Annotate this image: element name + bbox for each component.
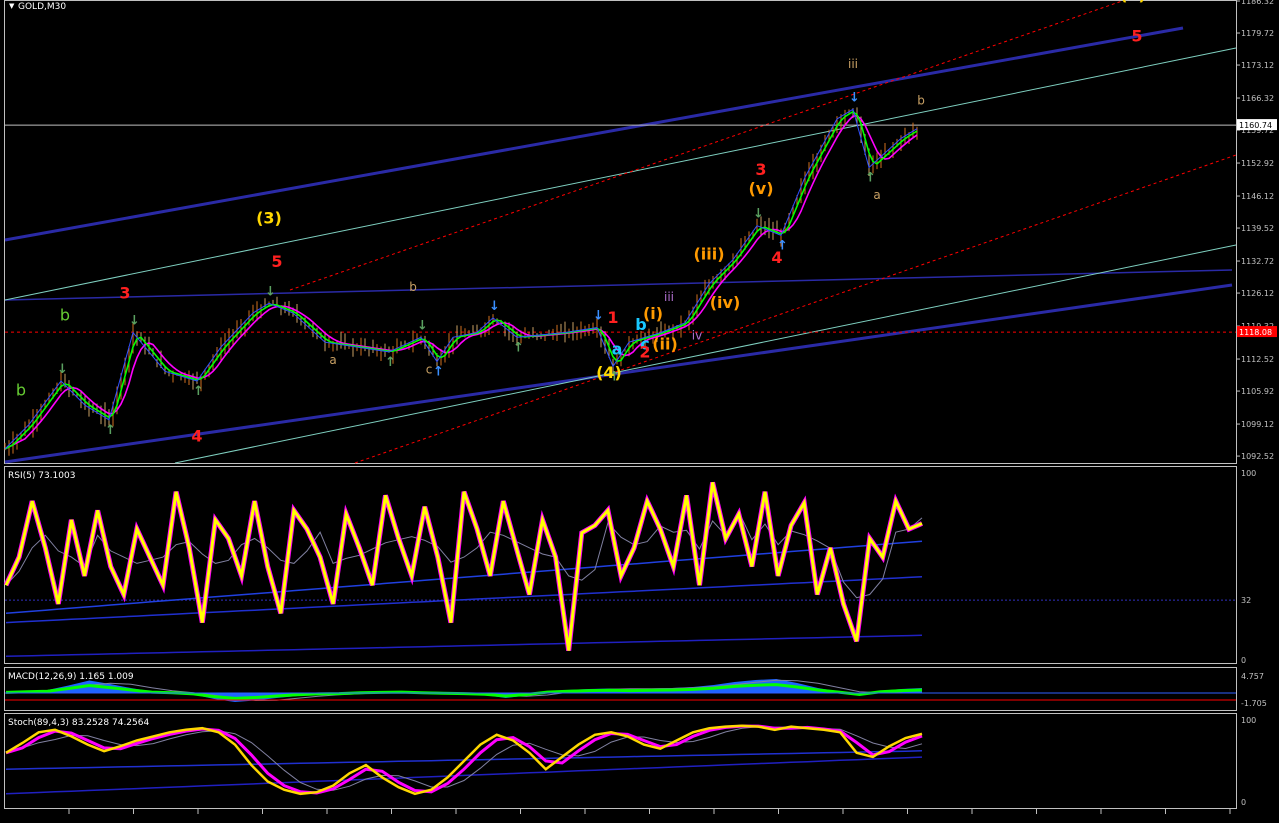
price-tick-label: 1112.52: [1241, 355, 1274, 364]
down-arrow-icon: ↓: [593, 309, 604, 324]
down-arrow-icon: ↓: [489, 299, 500, 314]
wave-label: (ii): [652, 334, 678, 353]
wave-label: 5: [1131, 26, 1142, 45]
price-tick-label: 1092.52: [1241, 452, 1274, 461]
down-arrow-icon: ↓: [753, 207, 764, 222]
stoch-tick-label: 0: [1241, 798, 1246, 807]
price-tick-label: 1173.12: [1241, 61, 1274, 70]
wave-label: 2: [639, 343, 650, 362]
rsi-tick-label: 0: [1241, 656, 1246, 665]
wave-label: 4: [771, 248, 782, 267]
up-arrow-icon: ↑: [513, 340, 524, 355]
price-tick-label: 1146.12: [1241, 192, 1274, 201]
wave-label: iii: [664, 290, 674, 304]
wave-label: (v): [748, 179, 773, 198]
stoch-label: Stoch(89,4,3) 83.2528 74.2564: [8, 718, 149, 728]
wave-label: iv: [692, 329, 702, 343]
rsi-tick-label: 100: [1241, 469, 1256, 478]
up-arrow-icon: ↑: [193, 384, 204, 399]
price-tick-label: 1186.32: [1241, 0, 1274, 6]
wave-label: b: [917, 93, 925, 107]
up-arrow-icon: ↑: [105, 423, 116, 438]
wave-label: 1: [607, 308, 618, 327]
wave-label: c: [426, 363, 433, 377]
macd-label: MACD(12,26,9) 1.165 1.009: [8, 672, 134, 682]
down-arrow-icon: ↓: [417, 318, 428, 333]
wave-label: b: [16, 381, 26, 400]
wave-label: (4): [596, 363, 622, 382]
price-tick-label: 1179.72: [1241, 29, 1274, 38]
rsi-tick-label: 32: [1241, 596, 1251, 605]
wave-label: b: [409, 280, 417, 294]
wave-label: b: [60, 305, 70, 324]
price-tick-label: 1105.92: [1241, 387, 1274, 396]
wave-label: (iv): [710, 293, 741, 312]
wave-label: (5): [1120, 0, 1146, 4]
rsi-label: RSI(5) 73.1003: [8, 471, 75, 481]
wave-label: a: [329, 353, 336, 367]
wave-label: a: [612, 339, 623, 358]
price-tick-label: 1099.12: [1241, 420, 1274, 429]
price-tick-label: 1139.52: [1241, 224, 1274, 233]
stoch-tick-label: 100: [1241, 716, 1256, 725]
up-arrow-icon: ↑: [865, 171, 876, 186]
down-arrow-icon: ↓: [265, 284, 276, 299]
chart-menu-triangle-icon[interactable]: ▼: [9, 2, 15, 10]
wave-label: 3: [119, 283, 130, 302]
wave-label: (iii): [693, 245, 724, 264]
macd-tick-label: 4.757: [1241, 672, 1264, 681]
wave-label: 3: [755, 160, 766, 179]
macd-tick-label: -1.705: [1241, 699, 1267, 708]
up-arrow-icon: ↑: [385, 355, 396, 370]
wave-label: (i): [643, 304, 663, 323]
red-level-label: 1118.08: [1239, 328, 1272, 337]
down-arrow-icon: ↓: [849, 90, 860, 105]
price-tick-label: 1166.32: [1241, 94, 1274, 103]
symbol-label: GOLD,M30: [18, 2, 66, 12]
wave-label: 5: [271, 252, 282, 271]
gold-m30-chart[interactable]: ↓↑↓↑↓↑↓↑↓↑↓↑↓↑↓↑ bb34(3)5abc1 b(i)iiia c2(…: [0, 0, 1279, 823]
down-arrow-icon: ↓: [57, 362, 68, 377]
price-axis: 1186.321179.721173.121166.321159.721152.…: [1236, 0, 1277, 461]
wave-label: a: [873, 188, 880, 202]
wave-label: (3): [256, 208, 282, 227]
down-arrow-icon: ↓: [129, 313, 140, 328]
price-tick-label: 1132.72: [1241, 257, 1274, 266]
up-arrow-icon: ↑: [433, 365, 444, 380]
wave-label: 4: [191, 427, 202, 446]
current-price-label: 1160.74: [1239, 121, 1272, 130]
wave-label: iii: [848, 57, 858, 71]
price-tick-label: 1126.12: [1241, 289, 1274, 298]
price-tick-label: 1152.92: [1241, 159, 1274, 168]
